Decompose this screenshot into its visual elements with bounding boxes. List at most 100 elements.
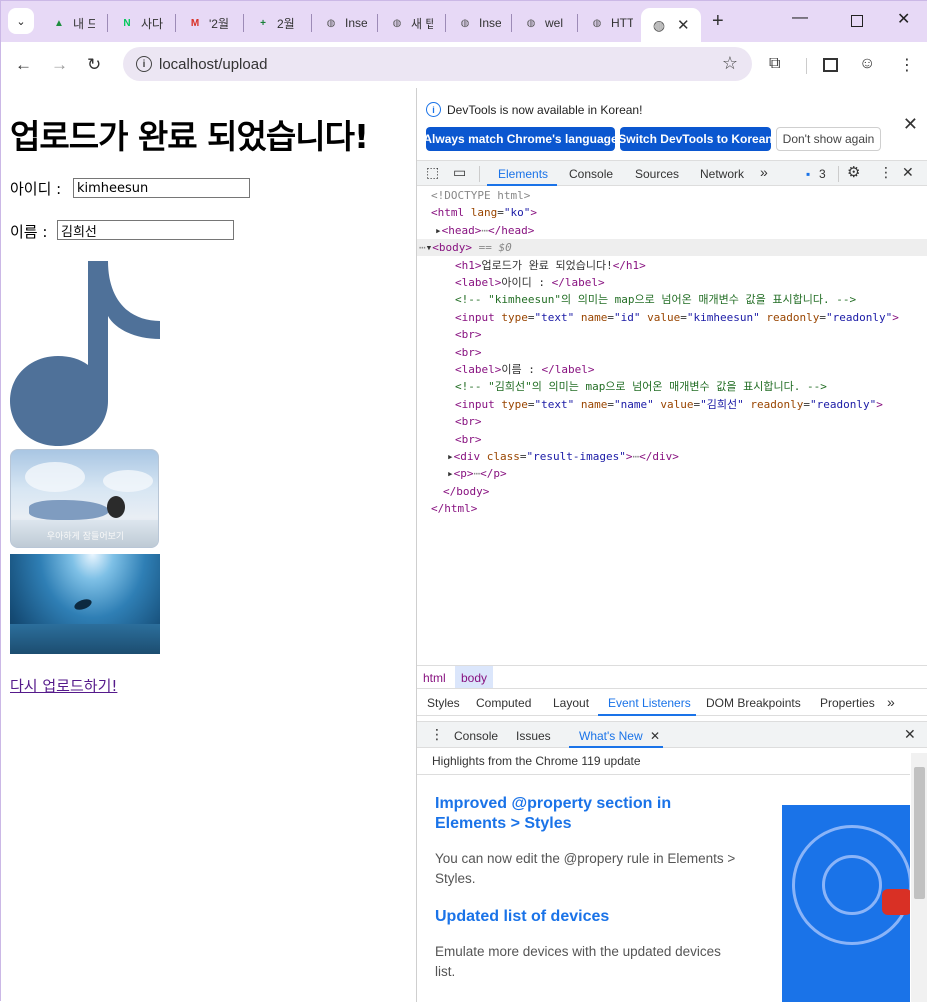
dom-label-node[interactable]: <label>이름 : </label> xyxy=(455,361,594,378)
more-tabs-icon[interactable]: » xyxy=(887,694,895,710)
dom-br-node[interactable]: <br> xyxy=(455,344,482,361)
site-info-icon[interactable]: i xyxy=(136,56,152,72)
new-tab-button[interactable]: + xyxy=(712,10,724,33)
woman-hair xyxy=(107,496,125,518)
dom-p-node[interactable]: ▸<p>⋯</p> xyxy=(447,465,507,482)
tab-styles[interactable]: Styles xyxy=(427,696,460,710)
match-language-button[interactable]: Always match Chrome's language xyxy=(423,127,618,151)
bookmark-star-icon[interactable]: ☆ xyxy=(722,53,738,74)
expand-triangle-icon[interactable]: ▸ xyxy=(447,450,454,463)
devtools-menu-icon[interactable]: ⋮ xyxy=(879,164,893,181)
address-bar[interactable]: i localhost/upload ☆ xyxy=(123,47,752,81)
tab-active[interactable]: ◍ ✕ xyxy=(641,8,701,42)
dom-comment-node[interactable]: <!-- "kimheesun"의 의미는 map으로 넘어온 매개변수 값을 … xyxy=(455,291,856,308)
dom-text: == $0 xyxy=(478,241,512,254)
tab-network[interactable]: Network xyxy=(700,167,744,181)
expand-triangle-icon[interactable]: ▸ xyxy=(435,224,442,237)
tab-favicon-icon: ▲ xyxy=(54,17,64,29)
dom-head-node[interactable]: ▸<head>⋯</head> xyxy=(435,222,534,239)
dom-br-node[interactable]: <br> xyxy=(455,413,482,430)
browser-tab[interactable]: ▲ 내 드 xyxy=(41,8,103,38)
dom-comment-node[interactable]: <!-- "김희선"의 의미는 map으로 넘어온 매개변수 값을 표시합니다.… xyxy=(455,378,827,395)
dom-h1-node[interactable]: <h1>업로드가 완료 되었습니다!</h1> xyxy=(455,257,646,274)
browser-tab[interactable]: ◍ Inse xyxy=(447,8,509,38)
info-icon: i xyxy=(426,102,441,117)
device-toolbar-icon[interactable]: ▭ xyxy=(453,164,466,181)
close-tab-icon[interactable]: ✕ xyxy=(650,729,660,743)
dom-text: lang xyxy=(470,206,498,219)
drawer-tab-whats-new[interactable]: What's New xyxy=(579,729,643,743)
dom-text: "text" xyxy=(534,311,575,324)
tab-layout[interactable]: Layout xyxy=(553,696,589,710)
drawer-menu-icon[interactable]: ⋮ xyxy=(430,726,444,743)
devtools-close-icon[interactable]: ✕ xyxy=(902,164,914,181)
dom-input-node[interactable]: <input type="text" name="id" value="kimh… xyxy=(455,309,899,326)
browser-tab[interactable]: ◍ HTT xyxy=(579,8,641,38)
dom-ellipsis[interactable]: ⋯ xyxy=(419,241,426,254)
drawer-scrollbar[interactable] xyxy=(911,753,927,1002)
tab-search-button[interactable]: ⌄ xyxy=(8,8,34,34)
dom-html-close[interactable]: </html> xyxy=(431,500,477,517)
browser-tab[interactable]: +2월 xyxy=(245,8,307,38)
issues-badge-icon[interactable]: ▪ xyxy=(806,167,810,181)
tab-computed[interactable]: Computed xyxy=(476,696,531,710)
dom-text: 업로드가 완료 되었습니다! xyxy=(481,259,613,272)
more-tabs-icon[interactable]: » xyxy=(760,164,768,180)
breadcrumb-body[interactable]: body xyxy=(455,666,494,688)
id-input[interactable] xyxy=(73,178,250,198)
tab-properties[interactable]: Properties xyxy=(820,696,875,710)
extensions-icon[interactable]: ⧉ xyxy=(769,55,780,73)
profile-avatar-icon[interactable]: ☺ xyxy=(859,55,875,73)
issues-count[interactable]: 3 xyxy=(819,167,826,181)
active-tab-underline xyxy=(569,746,663,748)
tab-dom-breakpoints[interactable]: DOM Breakpoints xyxy=(706,696,801,710)
browser-tab[interactable]: ◍ Inse xyxy=(313,8,375,38)
reupload-link[interactable]: 다시 업로드하기! xyxy=(10,675,117,696)
drawer-tab-issues[interactable]: Issues xyxy=(516,729,551,743)
dom-br-node[interactable]: <br> xyxy=(455,431,482,448)
reload-button[interactable]: ↻ xyxy=(87,55,101,75)
scrollbar-thumb[interactable] xyxy=(914,767,925,899)
tab-event-listeners[interactable]: Event Listeners xyxy=(608,696,691,710)
promo-thumbnail[interactable] xyxy=(782,805,910,1002)
inspect-element-icon[interactable]: ⬚ xyxy=(426,164,439,181)
maximize-button[interactable] xyxy=(851,15,863,27)
tab-sources[interactable]: Sources xyxy=(635,167,679,181)
back-button[interactable]: ← xyxy=(15,55,32,75)
whats-new-title[interactable]: Updated list of devices xyxy=(435,907,735,927)
window-close-button[interactable]: ✕ xyxy=(897,9,910,29)
dont-show-button[interactable]: Don't show again xyxy=(776,127,881,151)
dom-label-node[interactable]: <label>아이디 : </label> xyxy=(455,274,605,291)
dom-ellipsis[interactable]: ⋯ xyxy=(481,224,488,237)
settings-gear-icon[interactable]: ⚙ xyxy=(847,163,860,181)
tab-console[interactable]: Console xyxy=(569,167,613,181)
switch-korean-button[interactable]: Switch DevTools to Korean xyxy=(618,127,773,151)
dom-doctype[interactable]: <!DOCTYPE html> xyxy=(431,187,530,204)
close-tab-icon[interactable]: ✕ xyxy=(677,16,690,34)
dom-input-node[interactable]: <input type="text" name="name" value="김희… xyxy=(455,396,883,413)
drawer-tab-console[interactable]: Console xyxy=(454,729,498,743)
side-panel-icon[interactable] xyxy=(823,58,838,72)
dom-div-node[interactable]: ▸<div class="result-images">⋯</div> xyxy=(447,448,679,465)
browser-tab[interactable]: ◍ 새 탭 xyxy=(379,8,441,38)
name-input[interactable] xyxy=(57,220,234,240)
woman-figure xyxy=(29,500,109,520)
breadcrumb-html[interactable]: html xyxy=(417,666,452,688)
forward-button[interactable]: → xyxy=(51,55,68,75)
dom-body-node[interactable]: ⋯▾<body> == $0 xyxy=(419,239,512,256)
dom-body-close[interactable]: </body> xyxy=(443,483,489,500)
whats-new-title[interactable]: Improved @property section in Elements >… xyxy=(435,794,695,834)
tab-elements[interactable]: Elements xyxy=(498,167,548,181)
browser-tab[interactable]: N 사다 xyxy=(109,8,171,38)
browser-menu-icon[interactable]: ⋮ xyxy=(899,55,915,75)
chevron-down-icon: ⌄ xyxy=(16,15,26,28)
browser-tab[interactable]: ◍ wel xyxy=(513,8,575,38)
dom-br-node[interactable]: <br> xyxy=(455,326,482,343)
language-banner: i DevTools is now available in Korean! A… xyxy=(417,88,927,160)
expand-triangle-icon[interactable]: ▸ xyxy=(447,467,454,480)
banner-close-icon[interactable]: ✕ xyxy=(903,114,918,135)
dom-html-node[interactable]: <html lang="ko"> xyxy=(431,204,537,221)
browser-tab[interactable]: M '2월 xyxy=(177,8,239,38)
minimize-button[interactable]: — xyxy=(792,9,808,27)
drawer-close-icon[interactable]: ✕ xyxy=(904,726,916,743)
